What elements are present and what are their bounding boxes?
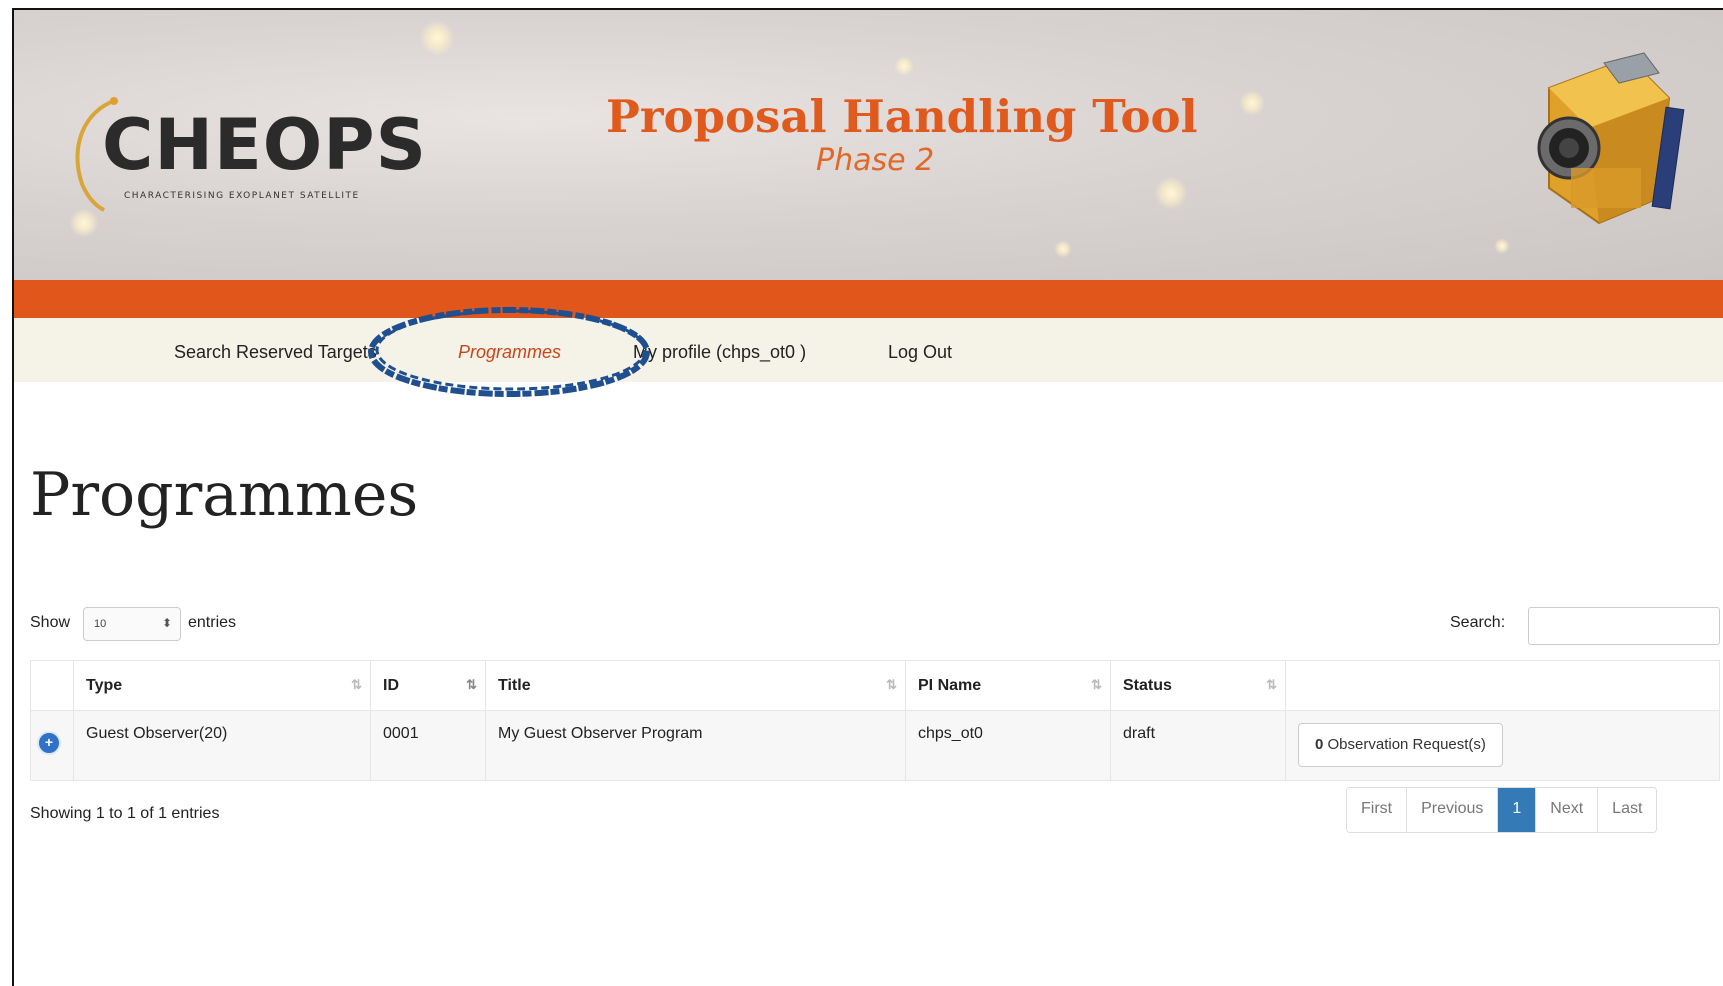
column-header-title[interactable]: Title ⇅ xyxy=(485,660,906,711)
pagination-next[interactable]: Next xyxy=(1536,788,1599,832)
column-header-status[interactable]: Status ⇅ xyxy=(1110,660,1286,711)
sort-icon[interactable]: ⇅ xyxy=(886,677,897,693)
pagination-previous[interactable]: Previous xyxy=(1407,788,1499,832)
search-label: Search: xyxy=(1450,614,1506,631)
expand-column-header xyxy=(30,660,74,711)
star-decoration xyxy=(1494,238,1510,254)
column-header-label: Status xyxy=(1123,676,1172,694)
column-header-label: Type xyxy=(86,676,123,694)
nav-item-log-out[interactable]: Log Out xyxy=(888,342,952,363)
cell-pi-name: chps_ot0 xyxy=(905,710,1111,781)
main-nav: Search Reserved Targets Programmes My pr… xyxy=(14,318,1723,382)
programmes-table: Type ⇅ ID ⇅ Title ⇅ PI Name ⇅ Status ⇅ + Gues… xyxy=(30,660,1720,781)
nav-item-search-reserved-targets[interactable]: Search Reserved Targets xyxy=(174,342,377,363)
star-decoration xyxy=(1154,176,1188,210)
sort-icon[interactable]: ⇅ xyxy=(1091,677,1102,693)
highlight-circle-annotation xyxy=(368,307,650,397)
select-caret-icon: ⬍ xyxy=(161,616,172,630)
sort-icon[interactable]: ⇅ xyxy=(1266,677,1277,693)
page-size-select[interactable]: 10 ⬍ xyxy=(83,607,181,641)
observation-label: Observation Request(s) xyxy=(1327,736,1486,753)
app-frame: CHEOPS CHARACTERISING EXOPLANET SATELLIT… xyxy=(12,8,1723,986)
logo-text: CHEOPS xyxy=(102,104,427,186)
entries-label: entries xyxy=(188,614,237,631)
search-input[interactable] xyxy=(1528,607,1720,645)
star-decoration xyxy=(894,56,914,76)
pagination-page-1[interactable]: 1 xyxy=(1498,788,1537,832)
column-header-label: ID xyxy=(383,676,399,694)
page-size-value: 10 xyxy=(94,618,107,630)
app-title: Proposal Handling Tool xyxy=(606,90,1198,143)
cell-type: Guest Observer(20) xyxy=(73,710,371,781)
observation-requests-button[interactable]: 0 Observation Request(s) xyxy=(1298,723,1503,767)
cell-id: 0001 xyxy=(370,710,486,781)
table-row: + Guest Observer(20) 0001 My Guest Obser… xyxy=(30,710,1720,781)
cell-title: My Guest Observer Program xyxy=(485,710,906,781)
star-decoration xyxy=(419,20,455,56)
column-header-label: PI Name xyxy=(918,676,982,694)
accent-bar xyxy=(14,280,1723,318)
show-label: Show xyxy=(30,614,71,631)
sort-asc-icon[interactable]: ⇅ xyxy=(466,677,477,693)
column-header-type[interactable]: Type ⇅ xyxy=(73,660,371,711)
column-header-id[interactable]: ID ⇅ xyxy=(370,660,486,711)
pagination-last[interactable]: Last xyxy=(1598,788,1657,832)
sort-icon[interactable]: ⇅ xyxy=(351,677,362,693)
star-decoration xyxy=(1054,240,1072,258)
header-banner: CHEOPS CHARACTERISING EXOPLANET SATELLIT… xyxy=(14,10,1723,280)
table-info: Showing 1 to 1 of 1 entries xyxy=(30,805,220,822)
expand-cell: + xyxy=(30,710,74,781)
actions-column-header xyxy=(1285,660,1720,711)
column-header-label: Title xyxy=(498,676,531,694)
column-header-pi-name[interactable]: PI Name ⇅ xyxy=(905,660,1111,711)
expand-row-icon[interactable]: + xyxy=(37,731,61,755)
satellite-icon xyxy=(1537,52,1685,225)
cell-actions: 0 Observation Request(s) xyxy=(1285,710,1720,781)
pagination-first[interactable]: First xyxy=(1347,788,1408,832)
star-decoration xyxy=(1239,90,1265,116)
app-subtitle: Phase 2 xyxy=(816,143,935,178)
table-header-row: Type ⇅ ID ⇅ Title ⇅ PI Name ⇅ Status ⇅ xyxy=(30,660,1720,711)
cheops-logo[interactable]: CHEOPS CHARACTERISING EXOPLANET SATELLIT… xyxy=(54,90,434,212)
observation-count: 0 xyxy=(1315,736,1324,753)
pagination: First Previous 1 Next Last xyxy=(1346,787,1658,833)
page-title: Programmes xyxy=(30,460,419,530)
cell-status: draft xyxy=(1110,710,1286,781)
logo-subtitle: CHARACTERISING EXOPLANET SATELLITE xyxy=(124,191,360,201)
